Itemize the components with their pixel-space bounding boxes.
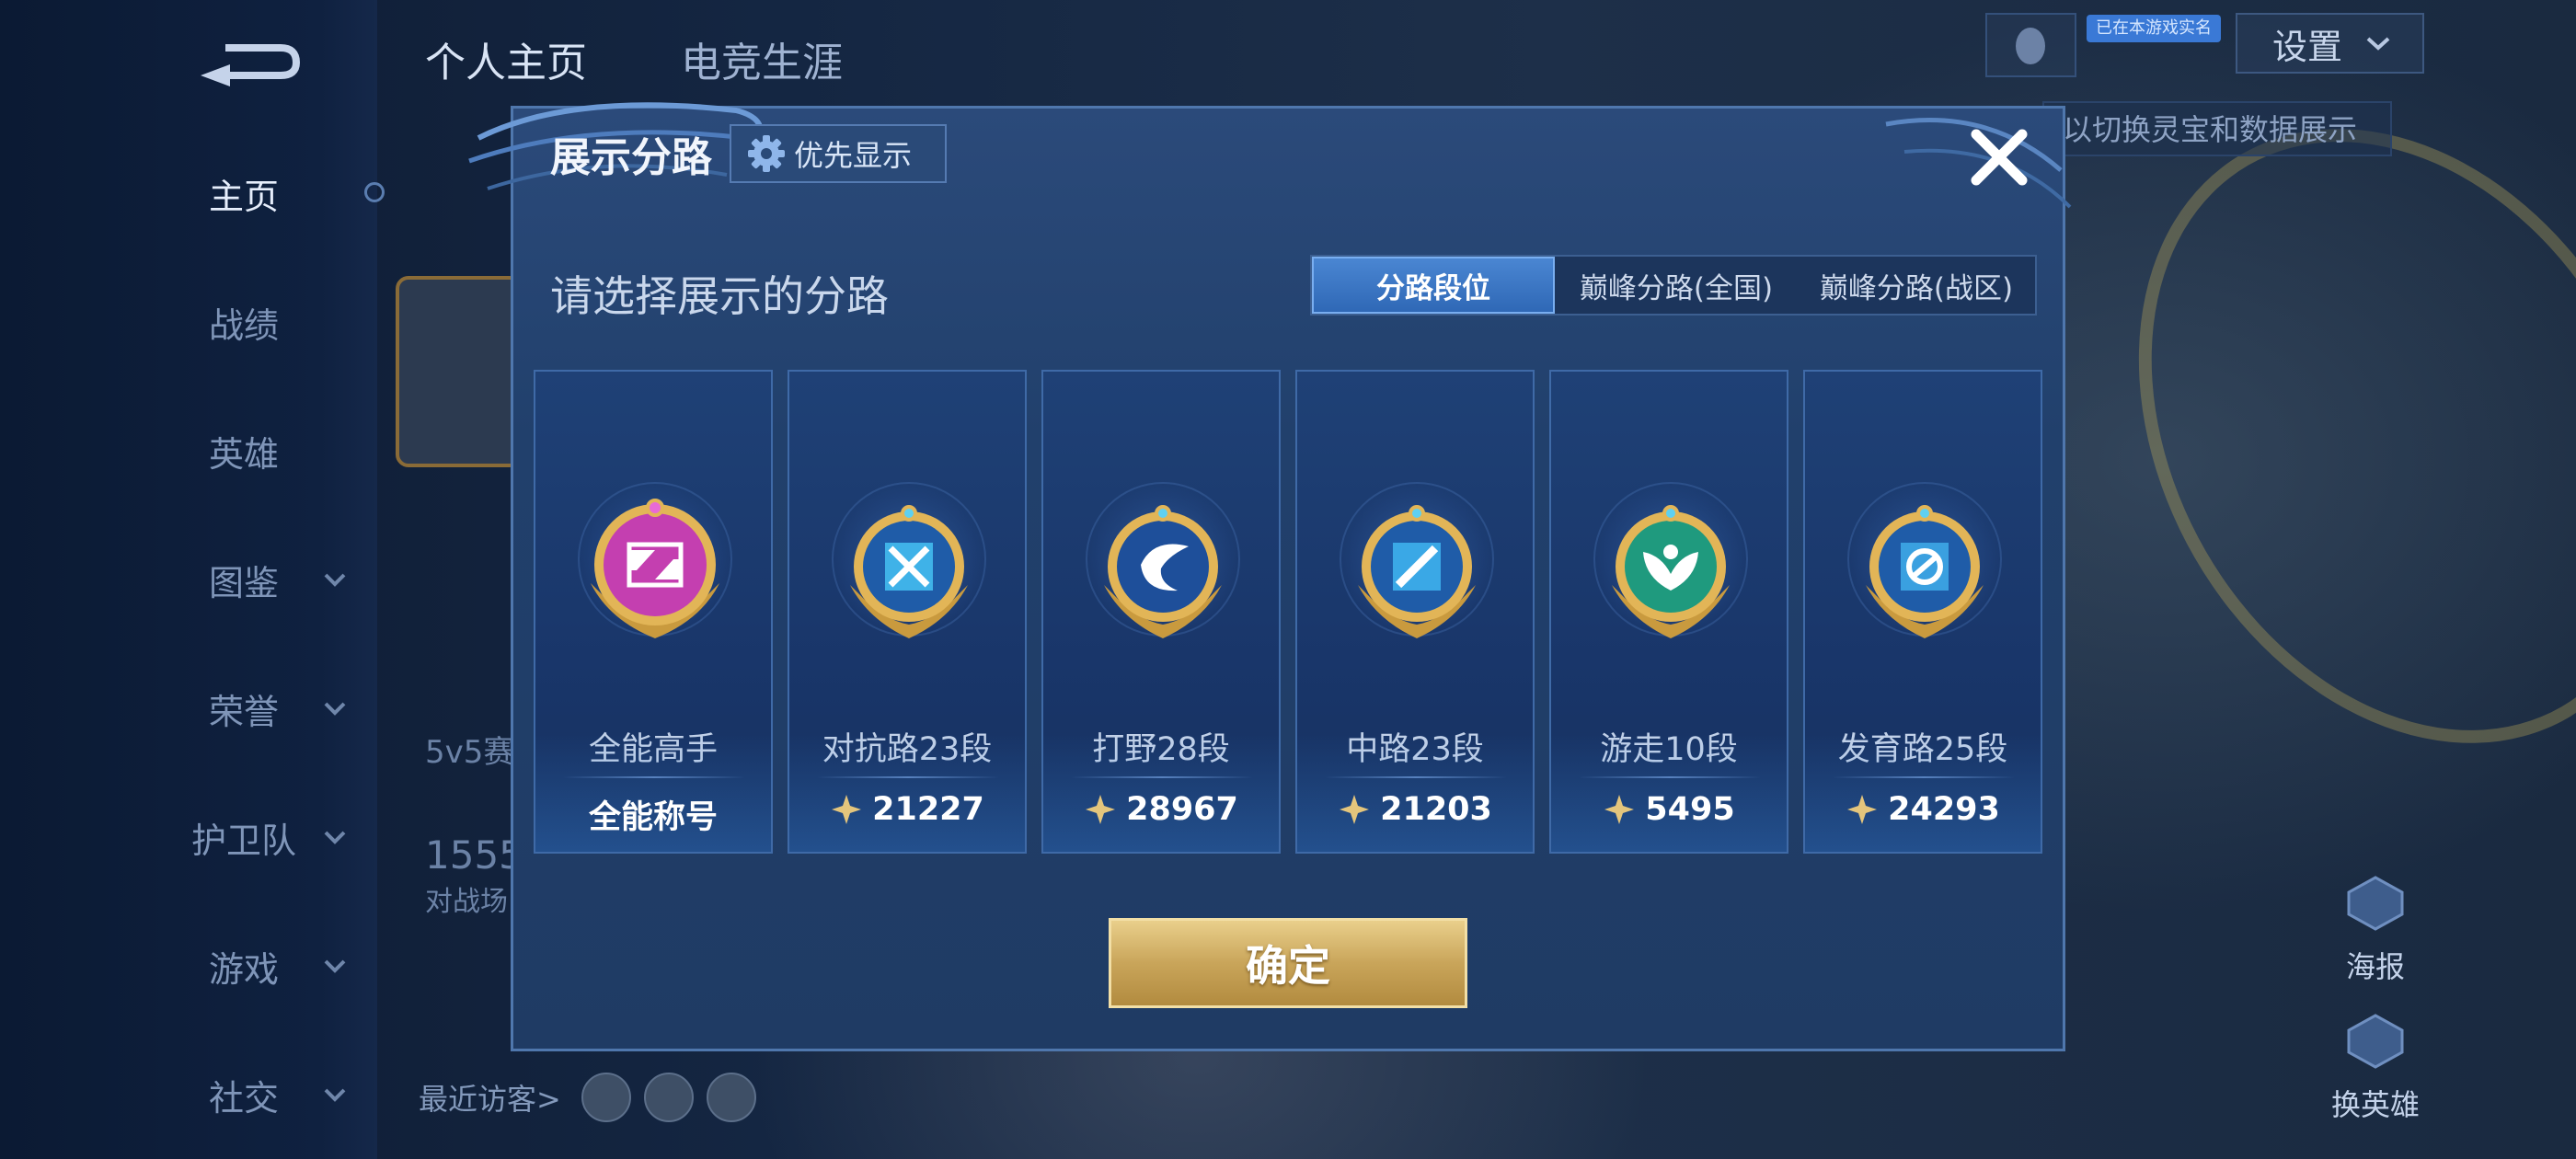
lane-name: 中路23段 xyxy=(1346,731,1484,768)
lane-score-value: 21203 xyxy=(1380,791,1492,828)
change-hero-icon xyxy=(2347,1014,2404,1069)
visitor-avatar[interactable] xyxy=(644,1073,694,1122)
lane-score-value: 21227 xyxy=(872,791,984,828)
lane-card-all-round[interactable]: 全能高手 全能称号 xyxy=(534,370,773,854)
divider xyxy=(817,776,999,778)
points-icon xyxy=(1340,795,1370,824)
points-icon xyxy=(832,795,862,824)
tab-lane-rank[interactable]: 分路段位 xyxy=(1312,257,1555,314)
lane-score: 21227 xyxy=(789,791,1025,828)
lane-score-value: 24293 xyxy=(1888,791,2000,828)
sidebar-item-heroes[interactable]: 英雄 xyxy=(138,414,350,488)
battle-label: 对战场 xyxy=(425,886,508,918)
lane-score: 5495 xyxy=(1551,791,1787,828)
divider xyxy=(1579,776,1761,778)
sidebar-item-label: 图鉴 xyxy=(208,562,279,603)
poster-button[interactable]: 海报 xyxy=(2311,874,2440,986)
lane-score: 全能称号 xyxy=(535,791,771,838)
back-icon[interactable] xyxy=(193,28,304,92)
roam-emblem-icon xyxy=(1612,505,1730,638)
divider xyxy=(1071,776,1253,778)
avatar xyxy=(396,276,523,467)
tab-profile[interactable]: 个人主页 xyxy=(425,29,587,88)
priority-display-button[interactable]: 优先显示 xyxy=(730,124,947,183)
visitor-avatar[interactable] xyxy=(707,1073,756,1122)
clash-lane-emblem-icon xyxy=(850,505,968,638)
lane-name: 打野28段 xyxy=(1092,731,1230,768)
sidebar-item-home[interactable]: 主页 xyxy=(138,156,350,230)
lane-type-tabs: 分路段位 巅峰分路(全国) 巅峰分路(战区) xyxy=(1310,255,2037,316)
sidebar-item-label: 社交 xyxy=(208,1077,279,1119)
chevron-down-icon xyxy=(324,573,346,587)
sidebar-item-guard[interactable]: 护卫队 xyxy=(138,800,350,874)
qq-button[interactable] xyxy=(1985,13,2076,77)
sidebar-item-record[interactable]: 战绩 xyxy=(138,285,350,359)
priority-display-label: 优先显示 xyxy=(794,138,913,173)
close-icon[interactable] xyxy=(1967,125,2031,189)
lane-score-value: 5495 xyxy=(1645,791,1735,828)
battle-count: 1555 xyxy=(425,832,523,878)
chevron-down-icon xyxy=(324,1088,346,1102)
lane-score: 21203 xyxy=(1297,791,1533,828)
divider xyxy=(563,776,745,778)
sidebar-item-honor[interactable]: 荣誉 xyxy=(138,671,350,745)
lane-score: 28967 xyxy=(1043,791,1279,828)
chevron-down-icon xyxy=(324,959,346,973)
lane-name: 全能高手 xyxy=(588,731,718,768)
gear-icon xyxy=(748,135,785,172)
divider xyxy=(1325,776,1507,778)
settings-button[interactable]: 设置 xyxy=(2236,13,2424,74)
lane-name: 对抗路23段 xyxy=(822,731,993,768)
poster-label: 海报 xyxy=(2345,949,2405,984)
jungle-emblem-icon xyxy=(1104,505,1222,638)
confirm-button[interactable]: 确定 xyxy=(1109,918,1467,1008)
lane-card-mid[interactable]: 中路23段 21203 xyxy=(1295,370,1535,854)
lane-score-value: 28967 xyxy=(1126,791,1238,828)
tab-esports-career[interactable]: 电竞生涯 xyxy=(681,29,843,88)
sidebar-item-label: 英雄 xyxy=(208,433,279,475)
lane-card-jungle[interactable]: 打野28段 28967 xyxy=(1041,370,1281,854)
farm-lane-emblem-icon xyxy=(1866,505,1984,638)
sidebar-item-social[interactable]: 社交 xyxy=(138,1058,350,1131)
visitor-avatar[interactable] xyxy=(581,1073,631,1122)
chevron-down-icon xyxy=(324,702,346,716)
lane-card-clash[interactable]: 对抗路23段 21227 xyxy=(788,370,1027,854)
sidebar-item-label: 荣誉 xyxy=(208,691,279,732)
tab-peak-national[interactable]: 巅峰分路(全国) xyxy=(1555,257,1798,314)
sidebar-item-label: 主页 xyxy=(208,176,279,217)
lane-score: 24293 xyxy=(1805,791,2041,828)
settings-label: 设置 xyxy=(2272,26,2343,67)
lane-name: 游走10段 xyxy=(1600,731,1738,768)
mid-lane-emblem-icon xyxy=(1358,505,1476,638)
points-icon xyxy=(1604,795,1635,824)
sidebar-item-label: 游戏 xyxy=(208,948,279,990)
poster-icon xyxy=(2347,876,2404,931)
points-icon xyxy=(1086,795,1116,824)
change-hero-label: 换英雄 xyxy=(2330,1087,2420,1122)
tab-peak-zone[interactable]: 巅峰分路(战区) xyxy=(1798,257,2035,314)
change-hero-button[interactable]: 换英雄 xyxy=(2311,1012,2440,1124)
sidebar-item-label: 护卫队 xyxy=(190,820,296,861)
recent-visitors-link[interactable]: 最近访客> xyxy=(419,1076,561,1119)
modal-title: 展示分路 xyxy=(550,134,712,181)
penguin-icon xyxy=(2016,28,2045,64)
divider xyxy=(1833,776,2015,778)
sidebar-item-label: 战绩 xyxy=(208,304,279,346)
chevron-down-icon xyxy=(2366,37,2390,51)
lane-score-value: 全能称号 xyxy=(588,799,718,836)
lane-card-farm[interactable]: 发育路25段 24293 xyxy=(1803,370,2042,854)
lane-name: 发育路25段 xyxy=(1837,731,2008,768)
sidebar-item-game[interactable]: 游戏 xyxy=(138,929,350,1003)
active-indicator xyxy=(364,182,385,202)
chevron-down-icon xyxy=(324,831,346,844)
sidebar-item-gallery[interactable]: 图鉴 xyxy=(138,543,350,616)
switch-tip: 以切换灵宝和数据展示 xyxy=(2042,101,2392,156)
modal-subtitle: 请选择展示的分路 xyxy=(550,271,889,321)
realname-badge: 已在本游戏实名 xyxy=(2087,15,2221,42)
points-icon xyxy=(1847,795,1878,824)
lane-card-roam[interactable]: 游走10段 5495 xyxy=(1549,370,1788,854)
all-round-emblem-icon xyxy=(591,499,719,638)
